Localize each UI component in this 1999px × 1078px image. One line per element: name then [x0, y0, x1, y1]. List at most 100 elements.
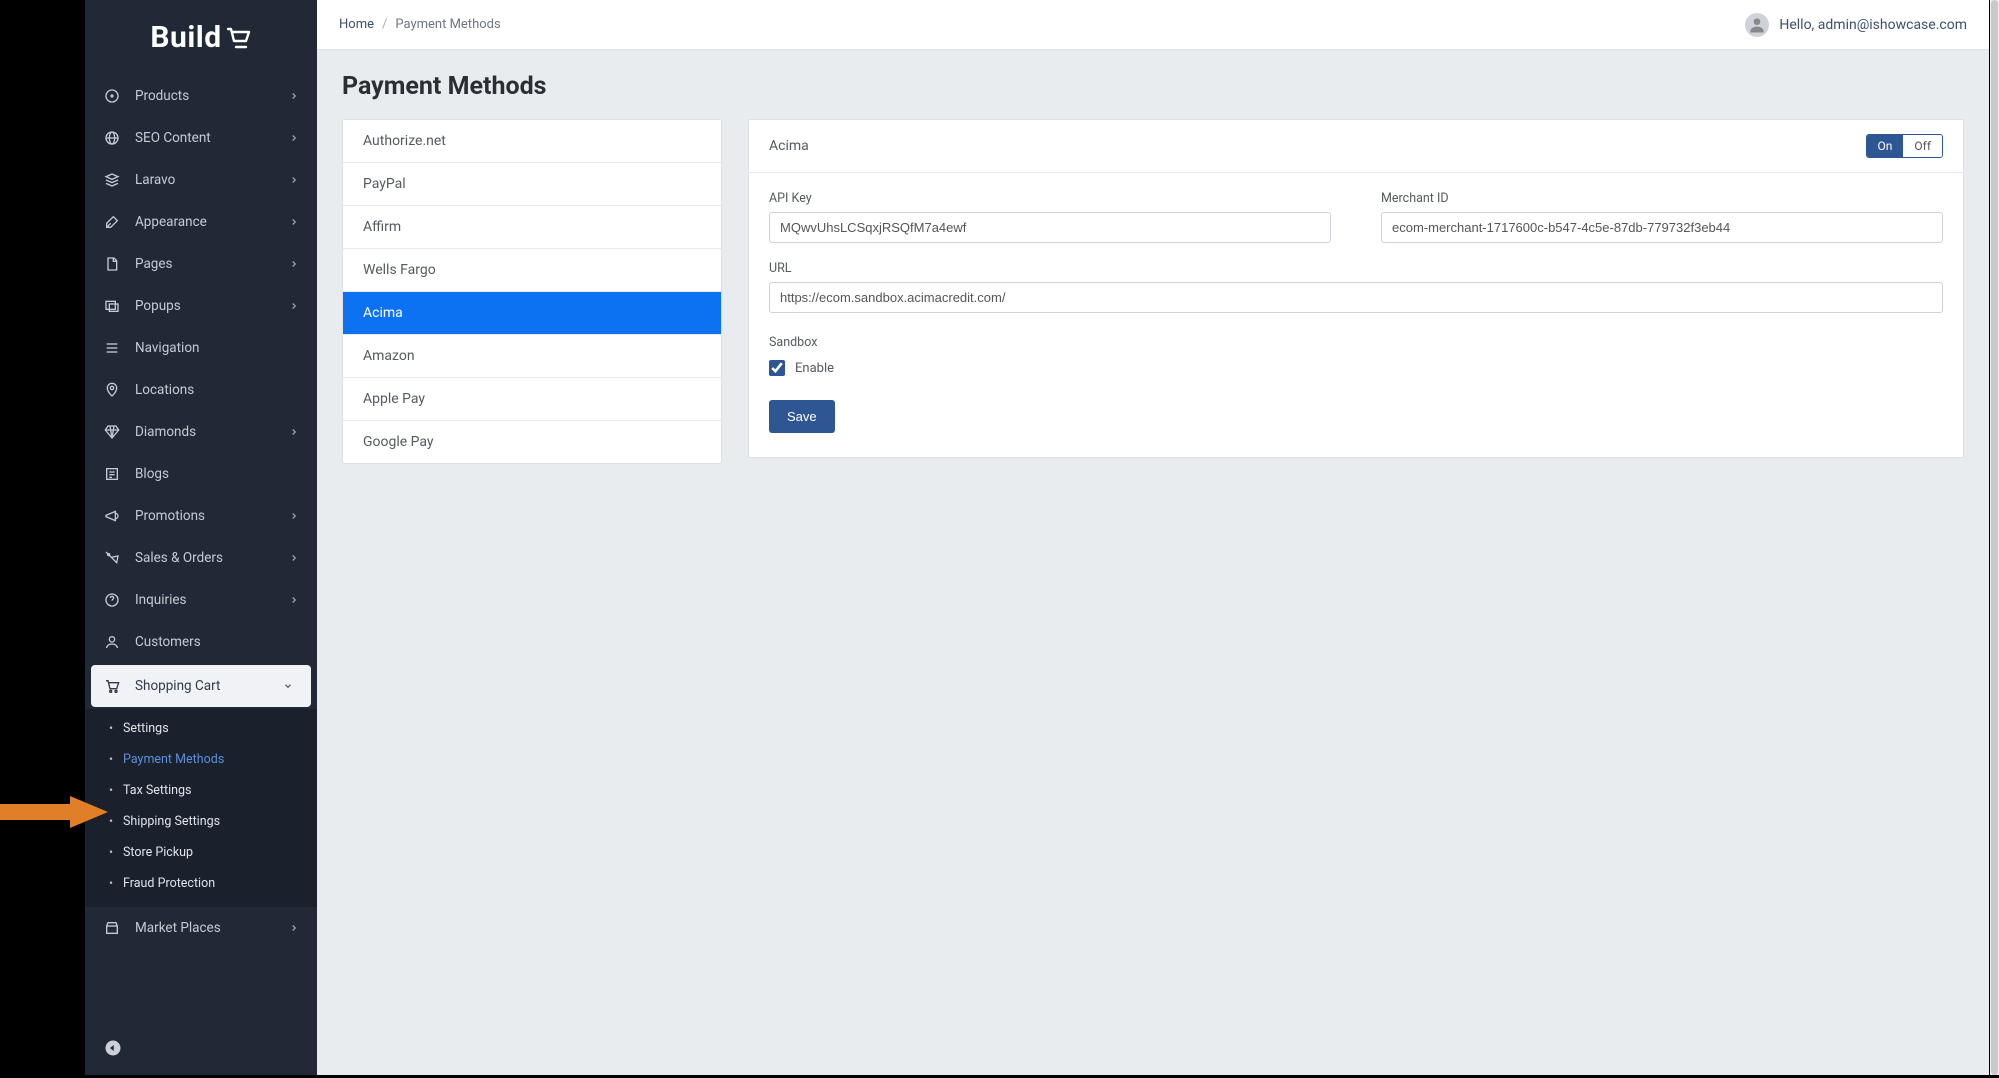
- avatar-icon: [1745, 13, 1769, 37]
- sidebar-subnav: Settings Payment Methods Tax Settings Shipp…: [85, 709, 317, 907]
- sidebar-item-promotions[interactable]: Promotions: [85, 495, 317, 537]
- sidebar-subitem-payment-methods[interactable]: Payment Methods: [85, 744, 317, 775]
- sidebar-subitem-store-pickup[interactable]: Store Pickup: [85, 837, 317, 868]
- sidebar-item-label: Diamonds: [135, 424, 287, 440]
- pages-icon: [103, 255, 121, 273]
- method-row-acima[interactable]: Acima: [343, 292, 721, 335]
- sidebar-item-shopping-cart[interactable]: Shopping Cart: [91, 665, 311, 707]
- sidebar-item-popups[interactable]: Popups: [85, 285, 317, 327]
- sidebar-item-diamonds[interactable]: Diamonds: [85, 411, 317, 453]
- back-arrow-icon[interactable]: [103, 1038, 123, 1058]
- promotions-icon: [103, 507, 121, 525]
- products-icon: [103, 87, 121, 105]
- merchant-id-input[interactable]: [1381, 212, 1943, 243]
- chevron-down-icon: [281, 679, 295, 693]
- sidebar-item-navigation[interactable]: Navigation: [85, 327, 317, 369]
- sidebar-item-appearance[interactable]: Appearance: [85, 201, 317, 243]
- method-row-label: Acima: [363, 305, 403, 321]
- sidebar: Build Products SEO Content Laravo Appearanc…: [85, 0, 317, 1075]
- toggle-off[interactable]: Off: [1903, 135, 1942, 157]
- method-row-label: PayPal: [363, 176, 406, 192]
- sidebar-subitem-shipping-settings[interactable]: Shipping Settings: [85, 806, 317, 837]
- chevron-right-icon: [287, 551, 301, 565]
- chevron-right-icon: [287, 173, 301, 187]
- sidebar-item-label: Shopping Cart: [135, 678, 281, 694]
- method-row-label: Authorize.net: [363, 133, 446, 149]
- breadcrumb-home[interactable]: Home: [339, 17, 374, 32]
- detail-title: Acima: [769, 138, 809, 154]
- url-field-group: URL: [769, 261, 1943, 313]
- method-row-wells-fargo[interactable]: Wells Fargo: [343, 249, 721, 292]
- sidebar-subitem-label: Settings: [123, 721, 169, 736]
- window-scrollbar[interactable]: [1990, 0, 1999, 1075]
- chevron-right-icon: [287, 131, 301, 145]
- sidebar-item-label: Products: [135, 88, 287, 104]
- sidebar-subitem-fraud-protection[interactable]: Fraud Protection: [85, 868, 317, 899]
- sidebar-item-seo-content[interactable]: SEO Content: [85, 117, 317, 159]
- sidebar-item-products[interactable]: Products: [85, 75, 317, 117]
- method-row-affirm[interactable]: Affirm: [343, 206, 721, 249]
- sidebar-item-label: Sales & Orders: [135, 550, 287, 566]
- user-greeting: Hello, admin@ishowcase.com: [1779, 17, 1967, 33]
- topbar: Home / Payment Methods Hello, admin@isho…: [317, 0, 1989, 50]
- chevron-right-icon: [287, 509, 301, 523]
- sidebar-item-blogs[interactable]: Blogs: [85, 453, 317, 495]
- logo[interactable]: Build: [85, 0, 317, 75]
- sidebar-nav: Products SEO Content Laravo Appearance Pages…: [85, 75, 317, 1024]
- sidebar-subitem-label: Tax Settings: [123, 783, 192, 798]
- toggle-on[interactable]: On: [1867, 135, 1904, 157]
- sandbox-enable-row: Enable: [769, 360, 1943, 376]
- breadcrumb-current: Payment Methods: [395, 17, 500, 32]
- save-button[interactable]: Save: [769, 400, 835, 433]
- method-row-apple-pay[interactable]: Apple Pay: [343, 378, 721, 421]
- scrollbar-thumb[interactable]: [1991, 0, 1998, 1075]
- cart-icon: [103, 677, 121, 695]
- method-row-google-pay[interactable]: Google Pay: [343, 421, 721, 463]
- sidebar-item-label: Laravo: [135, 172, 287, 188]
- methods-list: Authorize.net PayPal Affirm Wells Fargo Acim…: [342, 119, 722, 464]
- url-label: URL: [769, 261, 1943, 276]
- sidebar-item-laravo[interactable]: Laravo: [85, 159, 317, 201]
- sidebar-item-sales-orders[interactable]: Sales & Orders: [85, 537, 317, 579]
- detail-body: API Key Merchant ID URL: [749, 173, 1963, 457]
- chevron-right-icon: [287, 921, 301, 935]
- sidebar-item-market-places[interactable]: Market Places: [85, 907, 317, 949]
- market-icon: [103, 919, 121, 937]
- method-row-amazon[interactable]: Amazon: [343, 335, 721, 378]
- seo-icon: [103, 129, 121, 147]
- chevron-right-icon: [287, 257, 301, 271]
- url-input[interactable]: [769, 282, 1943, 313]
- sidebar-subitem-label: Fraud Protection: [123, 876, 215, 891]
- locations-icon: [103, 381, 121, 399]
- sidebar-item-label: Pages: [135, 256, 287, 272]
- sidebar-subitem-tax-settings[interactable]: Tax Settings: [85, 775, 317, 806]
- user-menu[interactable]: Hello, admin@ishowcase.com: [1745, 13, 1967, 37]
- sidebar-item-customers[interactable]: Customers: [85, 621, 317, 663]
- sidebar-item-locations[interactable]: Locations: [85, 369, 317, 411]
- sandbox-enable-checkbox[interactable]: [769, 360, 785, 376]
- page-title: Payment Methods: [342, 72, 1964, 101]
- method-row-label: Wells Fargo: [363, 262, 436, 278]
- sidebar-subitem-settings[interactable]: Settings: [85, 713, 317, 744]
- sidebar-item-label: Blogs: [135, 466, 301, 482]
- method-detail-panel: Acima On Off API Key: [748, 119, 1964, 458]
- sidebar-item-inquiries[interactable]: Inquiries: [85, 579, 317, 621]
- sidebar-item-label: Navigation: [135, 340, 301, 356]
- navigation-icon: [103, 339, 121, 357]
- method-row-paypal[interactable]: PayPal: [343, 163, 721, 206]
- method-row-label: Google Pay: [363, 434, 434, 450]
- sidebar-item-label: SEO Content: [135, 130, 287, 146]
- api-key-input[interactable]: [769, 212, 1331, 243]
- chevron-right-icon: [287, 215, 301, 229]
- laravo-icon: [103, 171, 121, 189]
- inquiries-icon: [103, 591, 121, 609]
- breadcrumb-separator: /: [382, 17, 387, 32]
- method-row-authorize-net[interactable]: Authorize.net: [343, 120, 721, 163]
- sidebar-item-label: Inquiries: [135, 592, 287, 608]
- sidebar-item-pages[interactable]: Pages: [85, 243, 317, 285]
- sidebar-footer: [85, 1024, 317, 1075]
- onoff-toggle[interactable]: On Off: [1866, 134, 1944, 158]
- main: Home / Payment Methods Hello, admin@isho…: [317, 0, 1989, 1075]
- appearance-icon: [103, 213, 121, 231]
- logo-text: Build: [150, 20, 221, 55]
